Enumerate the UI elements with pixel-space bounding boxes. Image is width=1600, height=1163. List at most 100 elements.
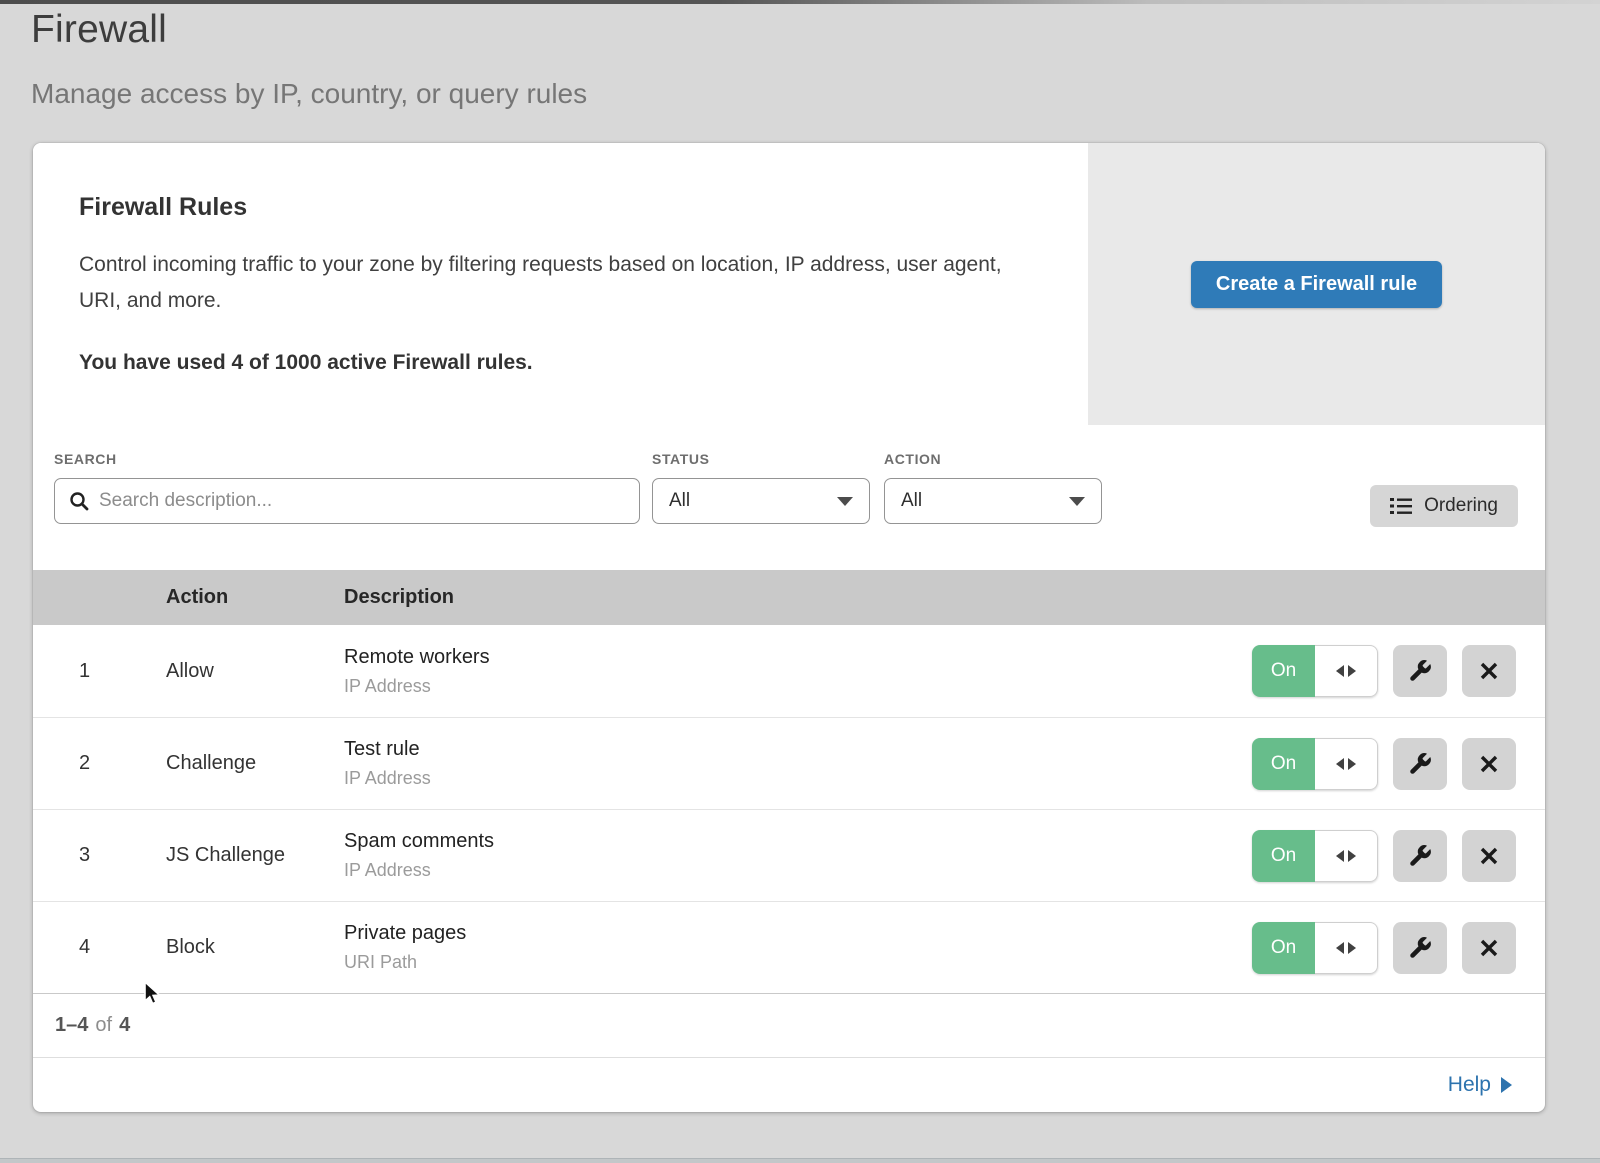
toggle-handle[interactable] — [1315, 645, 1378, 697]
rule-number: 4 — [33, 936, 166, 959]
page-header: Firewall Manage access by IP, country, o… — [31, 8, 587, 110]
arrow-right-icon — [1348, 665, 1356, 677]
rule-match-type: IP Address — [344, 860, 1252, 881]
status-select[interactable]: All — [652, 478, 870, 524]
rule-description-cell: Spam comments IP Address — [344, 830, 1252, 881]
rule-number: 3 — [33, 844, 166, 867]
rule-toggle[interactable]: On — [1252, 645, 1378, 697]
delete-rule-button[interactable] — [1462, 830, 1516, 882]
ordering-wrap: Ordering — [1370, 451, 1518, 527]
delete-rule-button[interactable] — [1462, 738, 1516, 790]
status-select-value: All — [669, 490, 690, 512]
close-icon — [1478, 845, 1500, 867]
rule-match-type: URI Path — [344, 952, 1252, 973]
delete-rule-button[interactable] — [1462, 922, 1516, 974]
close-icon — [1478, 660, 1500, 682]
arrow-left-icon — [1336, 850, 1344, 862]
pagination-bar: 1–4 of 4 — [33, 993, 1545, 1057]
screen-top-edge — [0, 0, 1600, 4]
toggle-handle[interactable] — [1315, 830, 1378, 882]
action-label: ACTION — [884, 451, 1102, 467]
close-icon — [1478, 753, 1500, 775]
search-filter-group: SEARCH — [54, 451, 640, 524]
rule-toggle[interactable]: On — [1252, 830, 1378, 882]
wrench-icon — [1407, 935, 1433, 961]
cta-panel: Create a Firewall rule — [1088, 143, 1545, 425]
column-action: Action — [166, 586, 344, 609]
arrow-right-icon — [1501, 1077, 1512, 1093]
delete-rule-button[interactable] — [1462, 645, 1516, 697]
edit-rule-button[interactable] — [1393, 830, 1447, 882]
wrench-icon — [1407, 658, 1433, 684]
help-link[interactable]: Help — [1448, 1073, 1512, 1097]
search-input[interactable] — [99, 490, 625, 512]
status-filter-group: STATUS All — [652, 451, 870, 524]
row-controls: On — [1252, 922, 1545, 974]
rule-action: Challenge — [166, 752, 344, 775]
wrench-icon — [1407, 843, 1433, 869]
pagination-range: 1–4 — [55, 1014, 88, 1037]
action-select[interactable]: All — [884, 478, 1102, 524]
rule-action: Allow — [166, 660, 344, 683]
action-filter-group: ACTION All — [884, 451, 1102, 524]
rule-description-cell: Remote workers IP Address — [344, 646, 1252, 697]
rule-description-cell: Private pages URI Path — [344, 922, 1252, 973]
rule-toggle[interactable]: On — [1252, 738, 1378, 790]
help-link-label: Help — [1448, 1073, 1491, 1097]
rule-description-cell: Test rule IP Address — [344, 738, 1252, 789]
rule-match-type: IP Address — [344, 676, 1252, 697]
chevron-down-icon — [1069, 497, 1085, 506]
arrow-right-icon — [1348, 942, 1356, 954]
table-row: 1 Allow Remote workers IP Address On — [33, 625, 1545, 717]
rules-usage-text: You have used 4 of 1000 active Firewall … — [79, 351, 1028, 375]
intro-description: Control incoming traffic to your zone by… — [79, 247, 1028, 319]
page-title: Firewall — [31, 8, 587, 52]
toggle-handle[interactable] — [1315, 738, 1378, 790]
action-select-value: All — [901, 490, 922, 512]
filters-bar: SEARCH STATUS All ACTION All — [33, 425, 1545, 570]
intro-section: Firewall Rules Control incoming traffic … — [33, 143, 1088, 425]
pagination-total: 4 — [119, 1014, 130, 1037]
rule-description: Test rule — [344, 738, 1252, 761]
rule-number: 1 — [33, 660, 166, 683]
arrow-left-icon — [1336, 665, 1344, 677]
toggle-handle[interactable] — [1315, 922, 1378, 974]
wrench-icon — [1407, 751, 1433, 777]
card-top-section: Firewall Rules Control incoming traffic … — [33, 143, 1545, 425]
create-firewall-rule-button[interactable]: Create a Firewall rule — [1191, 261, 1442, 308]
toggle-on-label[interactable]: On — [1252, 738, 1315, 790]
rule-toggle[interactable]: On — [1252, 922, 1378, 974]
toggle-on-label[interactable]: On — [1252, 830, 1315, 882]
ordering-button[interactable]: Ordering — [1370, 485, 1518, 527]
search-box[interactable] — [54, 478, 640, 524]
table-header: Action Description — [33, 570, 1545, 625]
arrow-left-icon — [1336, 942, 1344, 954]
table-row: 3 JS Challenge Spam comments IP Address … — [33, 809, 1545, 901]
rule-action: Block — [166, 936, 344, 959]
screen-bottom-edge — [0, 1158, 1600, 1163]
rule-description: Spam comments — [344, 830, 1252, 853]
chevron-down-icon — [837, 497, 853, 506]
edit-rule-button[interactable] — [1393, 645, 1447, 697]
close-icon — [1478, 937, 1500, 959]
ordering-button-label: Ordering — [1424, 495, 1498, 517]
row-controls: On — [1252, 830, 1545, 882]
help-row: Help — [33, 1057, 1545, 1112]
edit-rule-button[interactable] — [1393, 922, 1447, 974]
arrow-right-icon — [1348, 850, 1356, 862]
rule-match-type: IP Address — [344, 768, 1252, 789]
rule-description: Private pages — [344, 922, 1252, 945]
search-icon — [69, 491, 89, 511]
rule-number: 2 — [33, 752, 166, 775]
pagination-of: of — [95, 1014, 112, 1037]
row-controls: On — [1252, 738, 1545, 790]
search-label: SEARCH — [54, 451, 640, 467]
rule-description: Remote workers — [344, 646, 1252, 669]
toggle-on-label[interactable]: On — [1252, 645, 1315, 697]
edit-rule-button[interactable] — [1393, 738, 1447, 790]
arrow-right-icon — [1348, 758, 1356, 770]
firewall-rules-card: Firewall Rules Control incoming traffic … — [33, 143, 1545, 1112]
rule-action: JS Challenge — [166, 844, 344, 867]
toggle-on-label[interactable]: On — [1252, 922, 1315, 974]
column-description: Description — [344, 586, 1545, 609]
